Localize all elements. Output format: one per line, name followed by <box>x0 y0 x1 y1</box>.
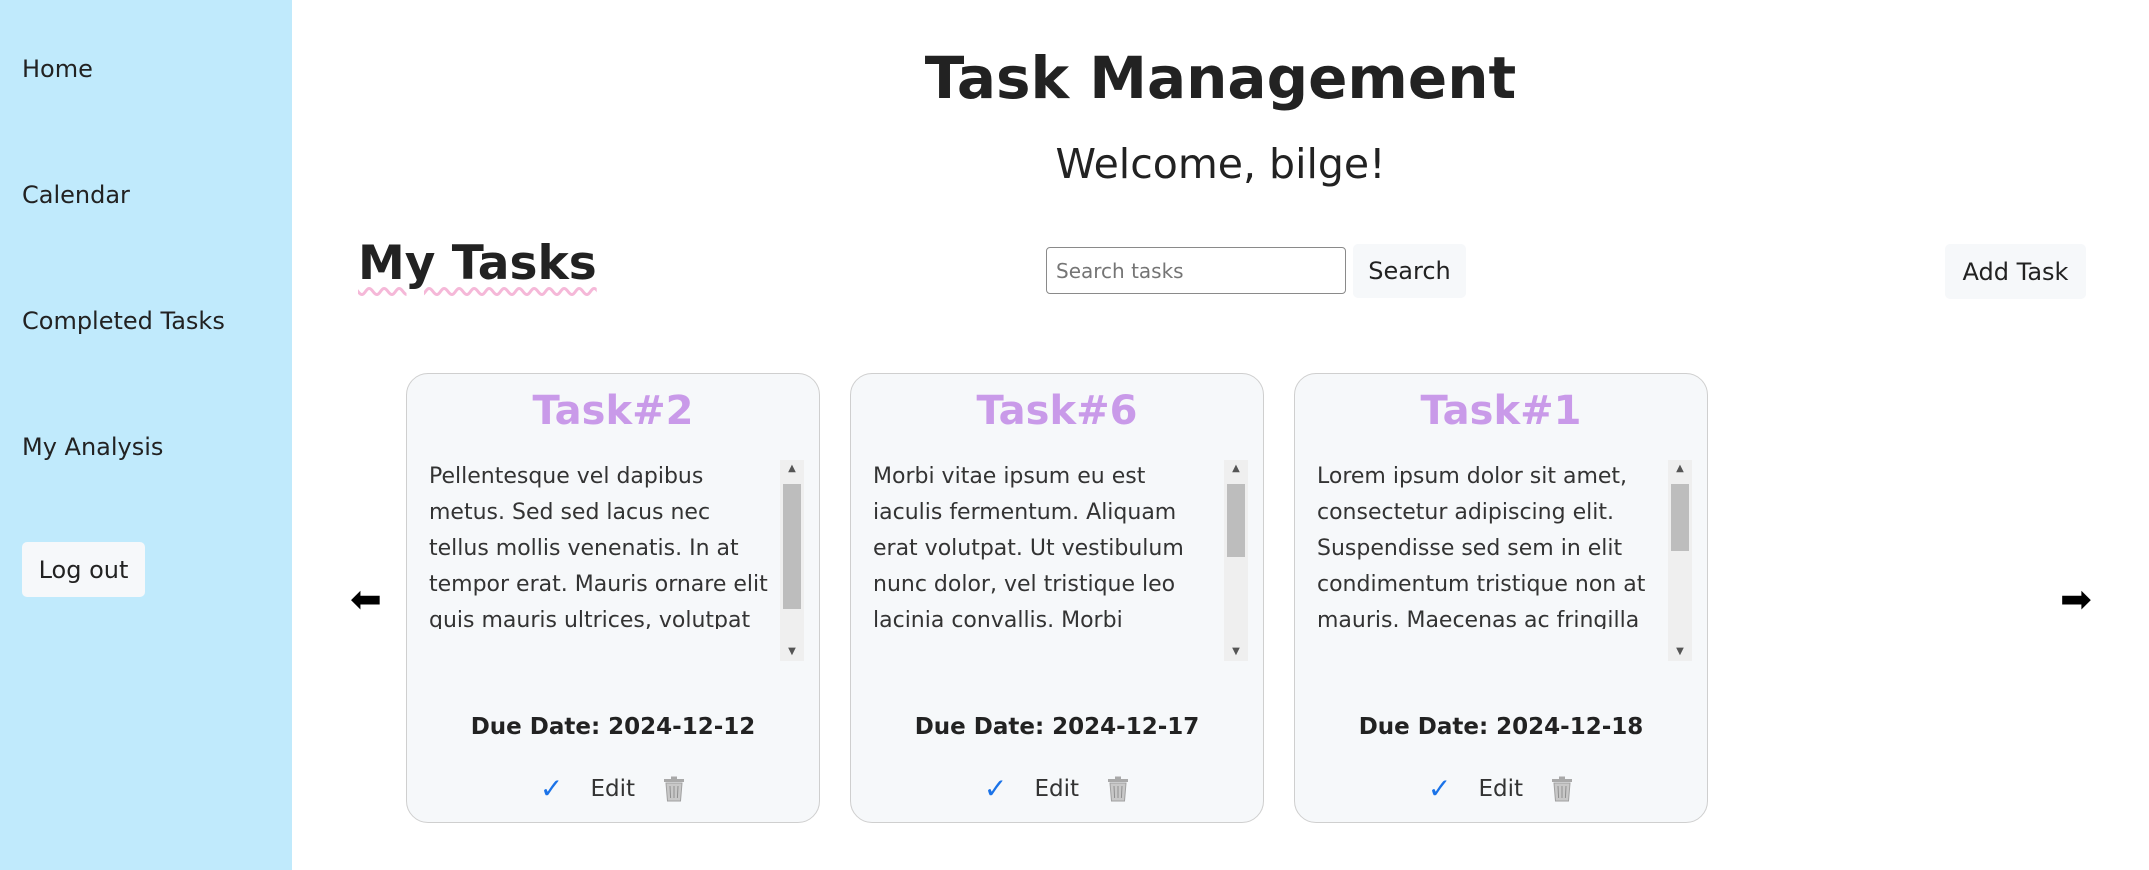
scroll-down-icon[interactable]: ▼ <box>780 643 804 661</box>
task-description: Morbi vitae ipsum eu est iaculis ferment… <box>873 464 1184 629</box>
scroll-up-icon[interactable]: ▲ <box>1224 460 1248 478</box>
trash-icon[interactable] <box>1550 776 1574 802</box>
scroll-down-icon[interactable]: ▼ <box>1224 643 1248 661</box>
complete-check-icon[interactable]: ✓ <box>984 772 1007 805</box>
task-card: Task#1 Lorem ipsum dolor sit amet, conse… <box>1294 373 1708 823</box>
task-description-scrollbar[interactable]: ▲ ▼ <box>1668 460 1692 661</box>
scroll-down-icon[interactable]: ▼ <box>1668 643 1692 661</box>
task-title: Task#1 <box>1420 388 1582 434</box>
task-due-date: Due Date: 2024-12-12 <box>470 714 756 740</box>
task-description-scrollbar[interactable]: ▲ ▼ <box>780 460 804 661</box>
complete-check-icon[interactable]: ✓ <box>1428 772 1451 805</box>
add-task-button[interactable]: Add Task <box>1945 244 2086 299</box>
prev-arrow-icon[interactable]: ⬅ <box>350 580 382 618</box>
scroll-up-icon[interactable]: ▲ <box>780 460 804 478</box>
search-input[interactable] <box>1046 247 1346 294</box>
edit-button[interactable]: Edit <box>1478 776 1523 802</box>
page-title: Task Management <box>924 44 1517 112</box>
scrollbar-thumb[interactable] <box>1227 484 1245 557</box>
logout-button[interactable]: Log out <box>22 542 145 597</box>
sidebar: Home Calendar Completed Tasks My Analysi… <box>0 0 292 870</box>
task-card: Task#6 Morbi vitae ipsum eu est iaculis … <box>850 373 1264 823</box>
scroll-up-icon[interactable]: ▲ <box>1668 460 1692 478</box>
task-due-date: Due Date: 2024-12-18 <box>1358 714 1644 740</box>
next-arrow-icon[interactable]: ➡ <box>2060 580 2092 618</box>
task-title: Task#2 <box>532 388 694 434</box>
sidebar-item-home[interactable]: Home <box>22 55 93 83</box>
trash-icon[interactable] <box>1106 776 1130 802</box>
edit-button[interactable]: Edit <box>1034 776 1079 802</box>
sidebar-item-completed-tasks[interactable]: Completed Tasks <box>22 307 225 335</box>
task-actions: ✓ Edit <box>851 772 1263 805</box>
search-button[interactable]: Search <box>1353 244 1466 298</box>
task-title: Task#6 <box>976 388 1138 434</box>
complete-check-icon[interactable]: ✓ <box>540 772 563 805</box>
welcome-message: Welcome, bilge! <box>1055 140 1386 188</box>
task-card: Task#2 Pellentesque vel dapibus metus. S… <box>406 373 820 823</box>
task-actions: ✓ Edit <box>1295 772 1707 805</box>
edit-button[interactable]: Edit <box>590 776 635 802</box>
task-due-date: Due Date: 2024-12-17 <box>914 714 1200 740</box>
sidebar-item-calendar[interactable]: Calendar <box>22 181 130 209</box>
sidebar-item-my-analysis[interactable]: My Analysis <box>22 433 163 461</box>
main-content: Task Management Welcome, bilge! My Tasks… <box>292 0 2149 870</box>
task-description: Pellentesque vel dapibus metus. Sed sed … <box>429 464 768 629</box>
section-title: My Tasks <box>358 236 597 291</box>
task-description-scrollbar[interactable]: ▲ ▼ <box>1224 460 1248 661</box>
task-description: Lorem ipsum dolor sit amet, consectetur … <box>1317 464 1646 629</box>
task-actions: ✓ Edit <box>407 772 819 805</box>
scrollbar-thumb[interactable] <box>1671 484 1689 551</box>
trash-icon[interactable] <box>662 776 686 802</box>
scrollbar-thumb[interactable] <box>783 484 801 609</box>
